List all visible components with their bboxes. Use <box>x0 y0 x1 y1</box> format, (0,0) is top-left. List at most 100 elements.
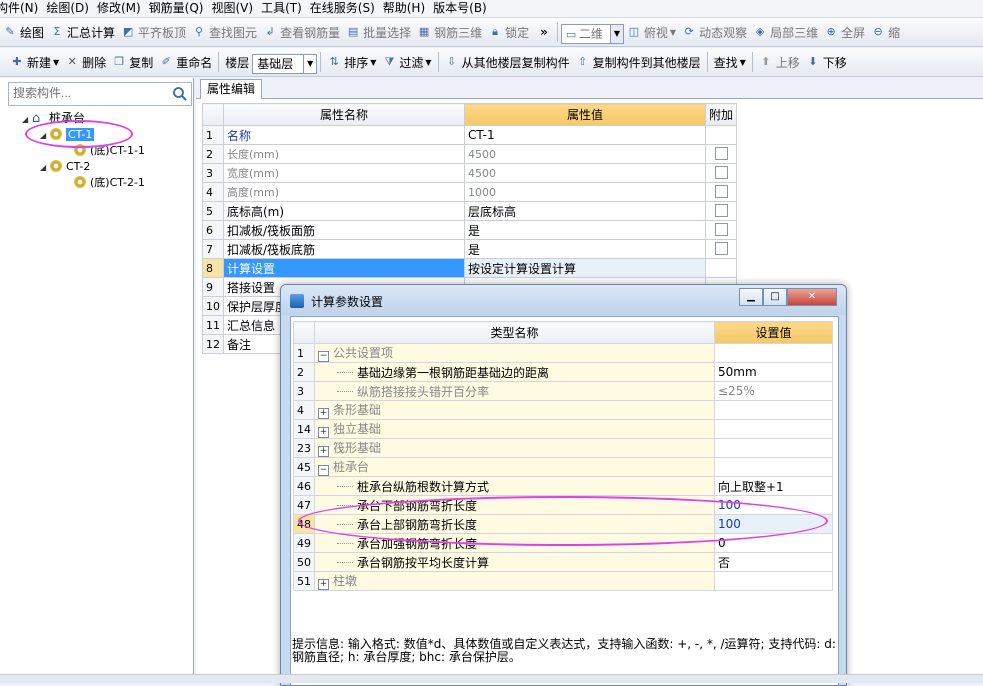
floor-combo[interactable]: 基础层 <box>252 54 305 74</box>
move-up-button[interactable]: ⬆ 上移 <box>756 48 803 76</box>
move-down-button[interactable]: ⬇ 下移 <box>803 48 850 76</box>
expand-triangle-icon[interactable]: ◢ <box>22 113 32 127</box>
expand-triangle-icon[interactable]: ◢ <box>40 161 50 175</box>
close-button[interactable]: ✕ <box>787 288 837 306</box>
extra-checkbox[interactable] <box>715 147 728 160</box>
setting-value[interactable]: 向上取整+1 <box>714 476 833 496</box>
collapse-icon[interactable]: − <box>318 351 329 362</box>
attribute-value[interactable]: 按设定计算设置计算 <box>464 258 706 278</box>
extra-checkbox[interactable] <box>715 223 728 236</box>
setting-value[interactable] <box>714 457 833 477</box>
maximize-button[interactable]: □ <box>763 288 787 306</box>
flush-slab-button[interactable]: ◩ 平齐板顶 <box>118 18 189 46</box>
collapse-icon[interactable]: − <box>318 465 329 476</box>
attribute-row[interactable]: 3 宽度(mm) 4500 <box>202 163 738 183</box>
setting-value[interactable]: 50mm <box>714 362 833 382</box>
minimize-button[interactable]: ▁ <box>739 288 763 306</box>
calc-setting-row[interactable]: 45− 桩承台 <box>293 457 833 477</box>
dialog-titlebar[interactable]: 计算参数设置 ▁ □ ✕ <box>281 285 846 315</box>
tree-item-ct-2[interactable]: ◢ CT-2 <box>40 160 90 175</box>
dynamic-view-button[interactable]: ⟳ 动态观察 <box>679 18 750 46</box>
local-3d-button[interactable]: ◈ 局部三维 <box>750 18 821 46</box>
batch-select-button[interactable]: ▤ 批量选择 <box>343 18 414 46</box>
tab-attribute-edit[interactable]: 属性编辑 <box>200 79 263 99</box>
setting-value[interactable]: ≤25% <box>714 381 833 401</box>
attribute-value[interactable]: 4500 <box>464 163 706 183</box>
expand-icon[interactable]: + <box>318 446 329 457</box>
sum-calc-button[interactable]: Σ 汇总计算 <box>47 18 118 46</box>
rebar-3d-button[interactable]: ▦ 钢筋三维 <box>414 18 485 46</box>
attribute-value[interactable]: 层底标高 <box>464 201 706 221</box>
setting-value[interactable]: 否 <box>714 552 833 572</box>
extra-checkbox[interactable] <box>715 166 728 179</box>
attribute-row[interactable]: 7 扣减板/筏板底筋是 <box>202 239 738 259</box>
setting-value[interactable] <box>714 400 833 420</box>
attribute-row[interactable]: 8 计算设置 按设定计算设置计算 <box>202 258 738 278</box>
attribute-value[interactable]: 是 <box>464 239 706 259</box>
attribute-row[interactable]: 5 底标高(m) 层底标高 <box>202 201 738 221</box>
calc-setting-row[interactable]: 1− 公共设置项 <box>293 343 833 363</box>
extra-checkbox[interactable] <box>715 185 728 198</box>
new-button[interactable]: ✚ 新建 ▼ <box>0 48 62 76</box>
calc-setting-row[interactable]: 51 + 柱墩 <box>293 571 833 591</box>
view-mode-select[interactable]: ▭ 二维 ▼ <box>560 18 624 46</box>
menu-draw[interactable]: 绘图(D) <box>42 0 93 16</box>
menu-view[interactable]: 视图(V) <box>207 0 257 16</box>
zoom-out-button[interactable]: ⊖ 缩 <box>868 18 903 46</box>
lock-button[interactable]: 🔒︎ 锁定 <box>485 18 532 46</box>
calc-setting-row[interactable]: 50 承台钢筋按平均长度计算 否 <box>293 552 833 572</box>
copy-button[interactable]: ❐ 复制 <box>109 48 156 76</box>
menu-tools[interactable]: 工具(T) <box>257 0 306 16</box>
setting-value[interactable] <box>714 419 833 439</box>
extra-checkbox[interactable] <box>715 242 728 255</box>
calc-setting-row[interactable]: 46 桩承台纵筋根数计算方式 向上取整+1 <box>293 476 833 496</box>
attribute-value[interactable]: 4500 <box>464 144 706 164</box>
find-button[interactable]: 查找 ▼ <box>711 48 749 76</box>
fullscreen-button[interactable]: ⊕ 全屏 <box>821 18 868 46</box>
menu-rebar-quantity[interactable]: 钢筋量(Q) <box>145 0 208 16</box>
copy-to-floor-button[interactable]: ⇧ 复制构件到其他楼层 <box>573 48 704 76</box>
extra-checkbox[interactable] <box>715 204 728 217</box>
calc-setting-row[interactable]: 2 基础边缘第一根钢筋距基础边的距离 50mm <box>293 362 833 382</box>
attribute-row[interactable]: 2 长度(mm) 4500 <box>202 144 738 164</box>
arrow-down-icon: ⬇ <box>808 55 818 68</box>
setting-value[interactable] <box>714 438 833 458</box>
menu-component[interactable]: 构件(N) <box>0 0 42 16</box>
attribute-value[interactable]: 是 <box>464 220 706 240</box>
floor-select[interactable]: 基础层 ▼ <box>252 48 318 76</box>
find-element-button[interactable]: ⚲ 查找图元 <box>189 18 260 46</box>
setting-value[interactable] <box>714 343 833 363</box>
search-input[interactable] <box>9 83 169 103</box>
calc-setting-row[interactable]: 3 纵筋搭接接头错开百分率 ≤25% <box>293 381 833 401</box>
attribute-value[interactable]: CT-1 <box>464 125 706 145</box>
view-mode-combo[interactable]: ▭ 二维 <box>560 24 611 44</box>
menu-online-service[interactable]: 在线服务(S) <box>306 0 379 16</box>
calc-setting-row[interactable]: 14 + 独立基础 <box>293 419 833 439</box>
view-rebar-button[interactable]: ↲ 查看钢筋量 <box>260 18 343 46</box>
attribute-row[interactable]: 1 名称 CT-1 <box>202 125 738 145</box>
copy-from-floor-button[interactable]: ⇩ 从其他楼层复制构件 <box>442 48 573 76</box>
overflow-chevron-icon[interactable]: » <box>532 18 554 46</box>
attribute-row[interactable]: 4 高度(mm) 1000 <box>202 182 738 202</box>
draw-button[interactable]: ✎ 绘图 <box>0 18 47 46</box>
menu-version[interactable]: 版本号(B) <box>429 0 491 16</box>
expand-icon[interactable]: + <box>318 408 329 419</box>
setting-value[interactable] <box>714 571 833 591</box>
delete-button[interactable]: ✕ 删除 <box>62 48 109 76</box>
attribute-row[interactable]: 6 扣减板/筏板面筋是 <box>202 220 738 240</box>
menu-modify[interactable]: 修改(M) <box>93 0 145 16</box>
attribute-value[interactable]: 1000 <box>464 182 706 202</box>
calc-setting-row[interactable]: 23 + 筏形基础 <box>293 438 833 458</box>
chevron-down-icon[interactable]: ▼ <box>610 24 624 44</box>
filter-button[interactable]: ⧩ 过滤 ▼ <box>379 48 434 76</box>
expand-icon[interactable]: + <box>318 579 329 590</box>
search-icon[interactable] <box>172 86 188 102</box>
sort-button[interactable]: ⇅ 排序 ▼ <box>324 48 379 76</box>
tree-subitem-ct-2-1[interactable]: (底)CT-2-1 <box>74 176 145 190</box>
expand-icon[interactable]: + <box>318 427 329 438</box>
rename-button[interactable]: ✐ 重命名 <box>156 48 215 76</box>
chevron-down-icon[interactable]: ▼ <box>304 54 318 74</box>
calc-setting-row[interactable]: 4 + 条形基础 <box>293 400 833 420</box>
menu-help[interactable]: 帮助(H) <box>379 0 429 16</box>
top-view-button[interactable]: ◫ 俯视 ▼ <box>624 18 679 46</box>
